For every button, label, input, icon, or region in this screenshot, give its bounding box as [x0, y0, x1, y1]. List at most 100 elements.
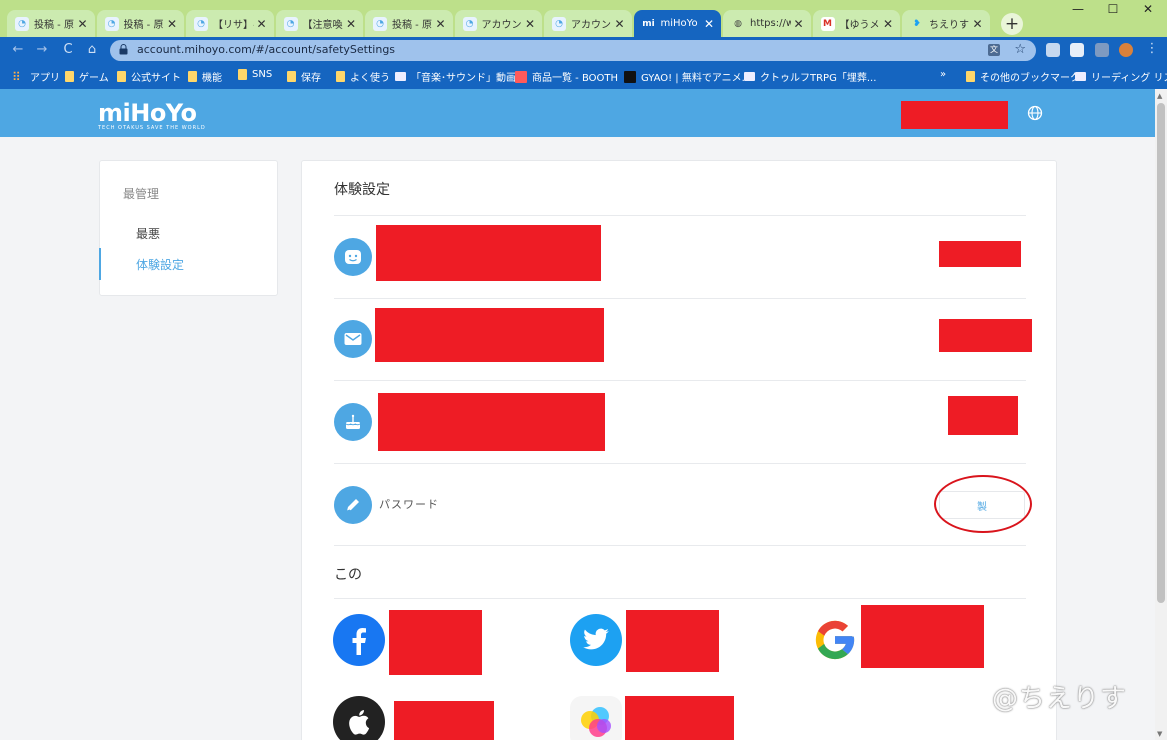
bookmark-label: 商品一覧 - BOOTH	[532, 73, 619, 84]
tab-close-icon[interactable]: ✕	[612, 17, 628, 31]
reload-button[interactable]: C	[58, 42, 78, 57]
bookmark-item[interactable]: 「音楽･サウンド」動画...	[395, 69, 526, 84]
google-icon[interactable]	[809, 614, 861, 666]
tab-close-icon[interactable]: ✕	[164, 17, 180, 31]
game-center-icon[interactable]	[570, 696, 622, 740]
minimize-button[interactable]: —	[1058, 2, 1098, 16]
back-button[interactable]: ←	[8, 42, 28, 57]
folder-icon	[336, 71, 345, 82]
divider	[334, 545, 1026, 546]
globe-favicon-icon: ◍	[734, 18, 742, 29]
tab-close-icon[interactable]: ✕	[433, 17, 449, 31]
tab-close-icon[interactable]: ✕	[701, 17, 717, 31]
translate-icon[interactable]: 文	[988, 44, 1000, 56]
scrollbar-thumb[interactable]	[1157, 103, 1165, 603]
puzzle-icon[interactable]	[1095, 43, 1109, 57]
apple-icon[interactable]	[333, 696, 385, 740]
menu-icon[interactable]: ⋮	[1142, 41, 1162, 56]
browser-tab[interactable]: ◔ アカウント✕	[454, 10, 542, 37]
bookmark-star-icon[interactable]: ☆	[1014, 42, 1026, 57]
mihoyo-logo[interactable]: miHoYo TECH OTAKUS SAVE THE WORLD	[98, 99, 206, 131]
tab-close-icon[interactable]: ✕	[75, 17, 91, 31]
bookmark-label: ゲーム	[79, 73, 109, 84]
browser-tab[interactable]: ◔ 【注意喚起✕	[275, 10, 363, 37]
close-window-button[interactable]: ✕	[1128, 2, 1167, 16]
home-button[interactable]: ⌂	[82, 42, 102, 57]
other-bookmarks[interactable]: その他のブックマーク	[966, 69, 1080, 84]
bookmark-label: 機能	[202, 73, 222, 84]
bookmarks-bar: ⠿ アプリ ゲーム 公式サイト 機能 SNS 保存 よく使う 「音楽･サウンド」動画... 商品一…	[0, 64, 1167, 89]
tab-title: 【注意喚起	[302, 20, 344, 31]
bookmark-item[interactable]: SNS	[238, 69, 272, 80]
redacted-email	[375, 308, 604, 362]
apps-grid-icon: ⠿	[12, 69, 21, 84]
redacted-username[interactable]	[901, 101, 1008, 129]
browser-tab[interactable]: ◔ アカウント✕	[544, 10, 632, 37]
scroll-up-icon[interactable]: ▲	[1157, 92, 1162, 100]
sidebar-item[interactable]: 最悪	[136, 225, 160, 242]
bookmark-label: 保存	[301, 73, 321, 84]
browser-tab[interactable]: ◔ 投稿 - 原 ✕	[365, 10, 453, 37]
watermark: @ちえりす	[992, 684, 1128, 714]
bookmark-item[interactable]: 公式サイト	[117, 69, 181, 84]
bookmark-item[interactable]: よく使う	[336, 69, 390, 84]
bookmarks-more-button[interactable]: »	[940, 69, 946, 80]
page-scrollbar[interactable]: ▲ ▼	[1155, 89, 1167, 740]
settings-card: 体験設定 パスワード 製 この	[301, 160, 1057, 740]
bookmark-item[interactable]: ゲーム	[65, 69, 109, 84]
browser-tab[interactable]: ❥ ちえりす ✕	[902, 10, 990, 37]
bookmark-item[interactable]: 機能	[188, 69, 222, 84]
folder-icon	[238, 69, 247, 80]
tab-close-icon[interactable]: ✕	[791, 17, 807, 31]
browser-tab[interactable]: ◔ 投稿 - 原 ✕	[96, 10, 184, 37]
browser-tab[interactable]: ◍ https://w ✕	[723, 10, 811, 37]
tab-strip: ◔投稿 - 原✕◔投稿 - 原✕◔【リサ】ベネ✕◔【注意喚起✕◔投稿 - 原✕◔…	[0, 0, 1167, 37]
facebook-icon[interactable]	[333, 614, 385, 666]
maximize-button[interactable]: ☐	[1093, 2, 1133, 16]
sidebar-active-indicator	[99, 248, 101, 280]
scroll-down-icon[interactable]: ▼	[1157, 730, 1162, 738]
redacted-action-button[interactable]	[939, 319, 1032, 352]
redacted-nickname	[376, 225, 601, 281]
browser-tab[interactable]: ◔ 投稿 - 原 ✕	[7, 10, 95, 37]
redacted-action-button[interactable]	[948, 396, 1018, 435]
bookmark-item[interactable]: 商品一覧 - BOOTH	[515, 69, 618, 84]
divider	[334, 598, 1026, 599]
browser-tab[interactable]: ◔ 【リサ】ベネ✕	[186, 10, 274, 37]
tab-close-icon[interactable]: ✕	[254, 17, 270, 31]
bunny-favicon-icon: ◔	[283, 16, 298, 31]
tab-close-icon[interactable]: ✕	[522, 17, 538, 31]
tab-close-icon[interactable]: ✕	[970, 17, 986, 31]
browser-tab[interactable]: mi miHoYo - ✕	[633, 10, 721, 37]
bookmark-item[interactable]: クトゥルフTRPG「埋葬...	[744, 69, 876, 84]
profile-avatar[interactable]	[1119, 43, 1133, 57]
password-label: パスワード	[379, 498, 439, 511]
tab-title: 投稿 - 原	[392, 20, 432, 31]
sidebar-item-active[interactable]: 体験設定	[136, 256, 184, 273]
new-tab-button[interactable]: +	[1001, 13, 1023, 35]
reading-list[interactable]: リーディング リスト	[1075, 69, 1167, 84]
redacted-action-button[interactable]	[939, 241, 1021, 267]
tab-title: ちえりす	[929, 20, 969, 31]
bookmark-item[interactable]: ⠿ アプリ	[12, 69, 60, 85]
divider	[334, 463, 1026, 464]
bookmark-label: 公式サイト	[131, 73, 181, 84]
tab-close-icon[interactable]: ✕	[880, 17, 896, 31]
bookmark-item[interactable]: 保存	[287, 69, 321, 84]
globe-icon[interactable]	[1027, 105, 1043, 121]
address-bar[interactable]: account.mihoyo.com/#/account/safetySetti…	[110, 40, 1036, 61]
twitter-icon[interactable]	[570, 614, 622, 666]
redacted-google-account	[861, 605, 984, 668]
bookmark-label: GYAO! | 無料でアニメ...	[641, 73, 752, 84]
browser-toolbar: ← → C ⌂ account.mihoyo.com/#/account/saf…	[0, 37, 1167, 64]
extension-icon[interactable]	[1070, 43, 1084, 57]
mihoyo-favicon-icon: mi	[641, 16, 656, 31]
settings-title: 体験設定	[334, 182, 390, 198]
browser-tab[interactable]: M 【ゆうメンテ✕	[812, 10, 900, 37]
forward-button[interactable]: →	[32, 42, 52, 57]
tab-close-icon[interactable]: ✕	[343, 17, 359, 31]
site-header: miHoYo TECH OTAKUS SAVE THE WORLD	[0, 89, 1155, 137]
extension-icon[interactable]	[1046, 43, 1060, 57]
bookmark-item[interactable]: GYAO! | 無料でアニメ...	[624, 69, 751, 84]
folder-icon	[117, 71, 126, 82]
